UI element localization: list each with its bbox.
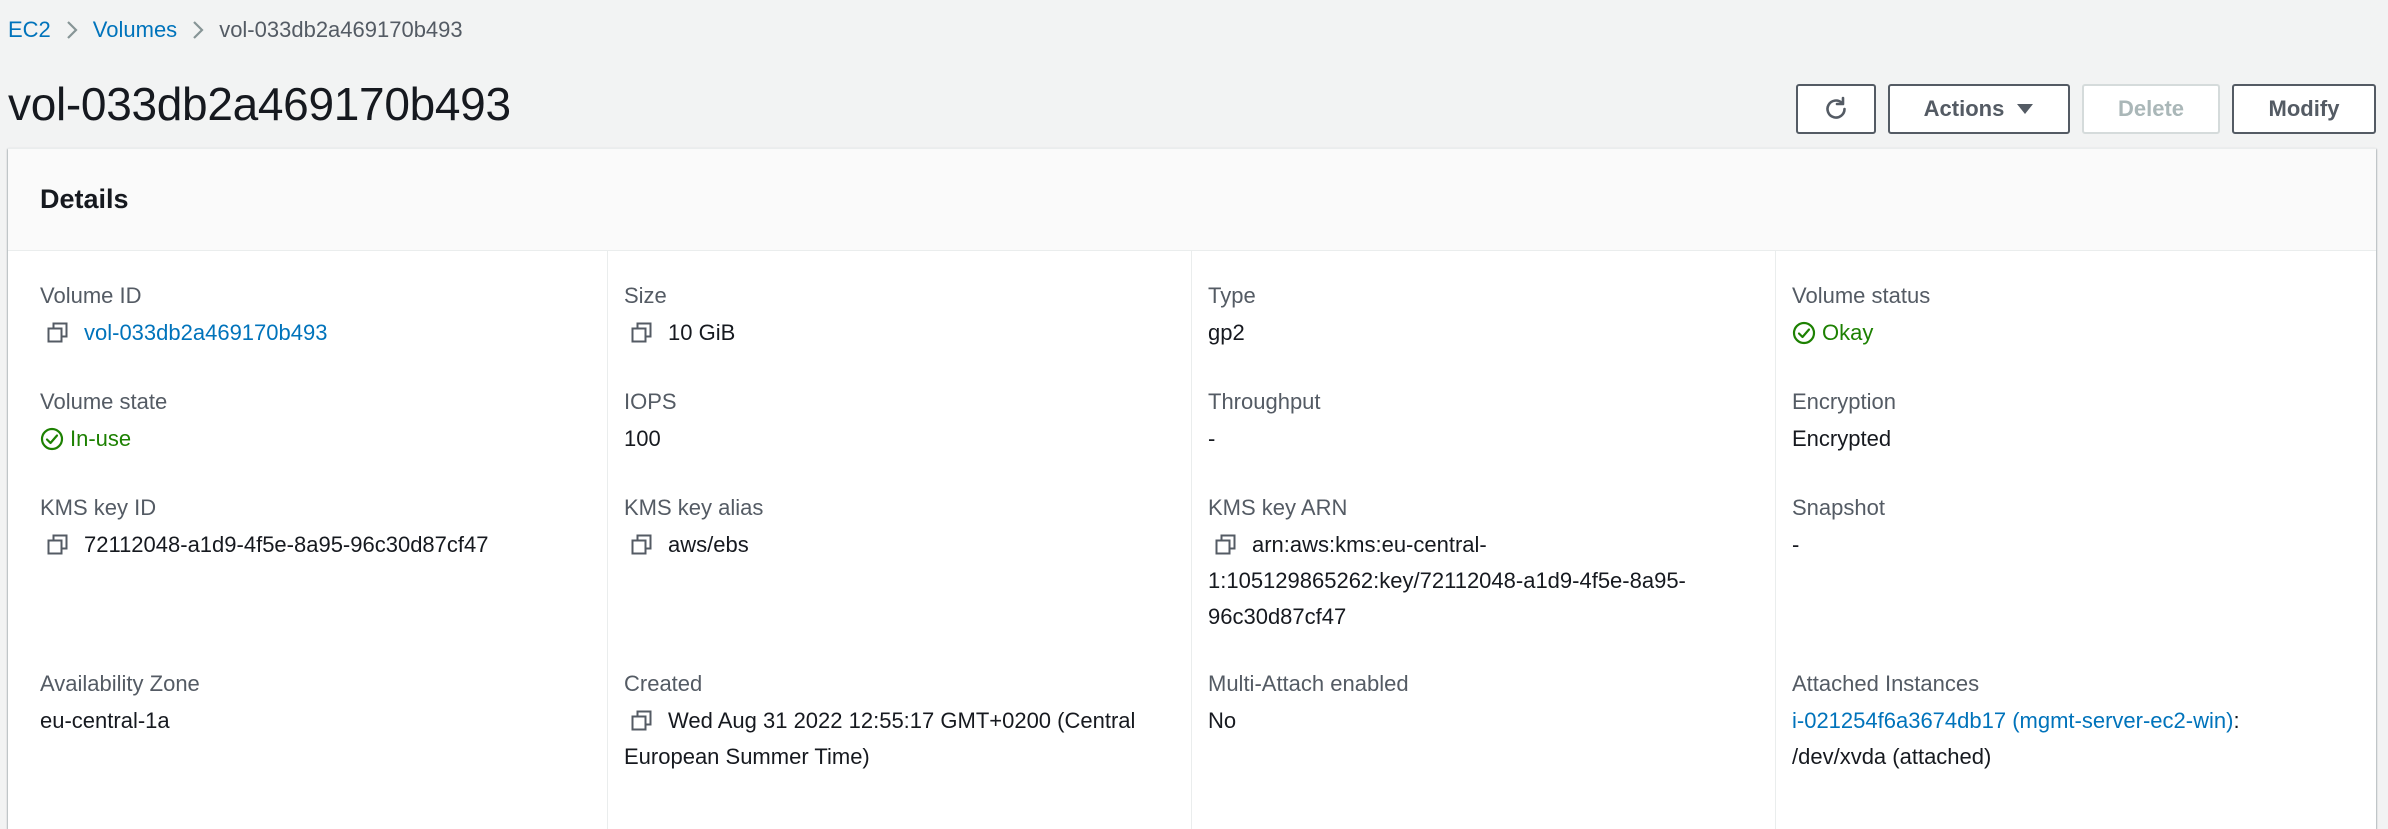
created-line2: European Summer Time) (624, 744, 870, 769)
details-header: Details (8, 149, 2376, 251)
attached-instance-suffix: : (2233, 708, 2240, 733)
snapshot-field: Snapshot - (1792, 493, 2332, 563)
delete-button[interactable]: Delete (2082, 84, 2220, 134)
attached-instance-link[interactable]: i-021254f6a3674db17 (mgmt-server-ec2-win… (1792, 708, 2233, 733)
availability-zone-value: eu-central-1a (40, 708, 170, 733)
column-divider (1191, 251, 1192, 829)
chevron-right-icon (51, 19, 93, 41)
copy-icon[interactable] (630, 527, 654, 563)
snapshot-value: - (1792, 532, 1800, 557)
type-value: gp2 (1208, 320, 1245, 345)
page-title: vol-033db2a469170b493 (8, 78, 511, 130)
kms-key-alias-field: KMS key alias aws/ebs (624, 493, 1164, 563)
chevron-right-icon (177, 19, 219, 41)
refresh-icon (1822, 95, 1850, 123)
volume-state-value: In-use (70, 426, 132, 451)
created-label: Created (624, 671, 703, 696)
throughput-field: Throughput - (1208, 387, 1748, 457)
size-value: 10 GiB (668, 320, 736, 345)
iops-value: 100 (624, 426, 661, 451)
iops-field: IOPS 100 (624, 387, 1164, 457)
volume-state-field: Volume state In-use (40, 387, 580, 457)
attached-device: /dev/xvda (attached) (1792, 744, 1992, 769)
kms-key-id-field: KMS key ID 72112048-a1d9-4f5e-8a95-96c30… (40, 493, 580, 563)
caret-down-icon (2016, 102, 2034, 116)
multi-attach-value: No (1208, 708, 1237, 733)
breadcrumb-ec2-link[interactable]: EC2 (8, 17, 51, 43)
copy-icon[interactable] (1214, 527, 1238, 563)
encryption-field: Encryption Encrypted (1792, 387, 2332, 457)
details-panel: Details Volume ID vol-033db2a469170b493 … (8, 148, 2376, 829)
availability-zone-field: Availability Zone eu-central-1a (40, 669, 580, 739)
kms-key-arn-label: KMS key ARN (1208, 495, 1348, 520)
status-success-icon (1792, 315, 1816, 351)
attached-instances-field: Attached Instances i-021254f6a3674db17 (… (1792, 669, 2332, 775)
volume-status-value: Okay (1822, 320, 1874, 345)
multi-attach-label: Multi-Attach enabled (1208, 671, 1409, 696)
iops-label: IOPS (624, 389, 677, 414)
volume-id-link[interactable]: vol-033db2a469170b493 (84, 315, 327, 351)
copy-icon[interactable] (46, 315, 70, 351)
status-success-icon (40, 421, 64, 457)
snapshot-label: Snapshot (1792, 495, 1885, 520)
copy-icon[interactable] (630, 315, 654, 351)
volume-id-field: Volume ID vol-033db2a469170b493 (40, 281, 580, 351)
volume-status-field: Volume status Okay (1792, 281, 2332, 351)
size-field: Size 10 GiB (624, 281, 1164, 351)
details-title: Details (40, 184, 129, 214)
kms-key-arn-line3: 96c30d87cf47 (1208, 604, 1347, 629)
encryption-label: Encryption (1792, 389, 1896, 414)
throughput-value: - (1208, 426, 1216, 451)
throughput-label: Throughput (1208, 389, 1321, 414)
encryption-value: Encrypted (1792, 426, 1892, 451)
size-label: Size (624, 283, 667, 308)
attached-instances-label: Attached Instances (1792, 671, 1980, 696)
column-divider (607, 251, 608, 829)
type-field: Type gp2 (1208, 281, 1748, 351)
volume-status-label: Volume status (1792, 283, 1931, 308)
kms-key-id-value: 72112048-a1d9-4f5e-8a95-96c30d87cf47 (84, 532, 489, 557)
kms-key-arn-line1: arn:aws:kms:eu-central- (1252, 532, 1487, 557)
created-field: Created Wed Aug 31 2022 12:55:17 GMT+020… (624, 669, 1164, 775)
type-label: Type (1208, 283, 1256, 308)
volume-state-label: Volume state (40, 389, 168, 414)
actions-dropdown-button[interactable]: Actions (1888, 84, 2070, 134)
volume-id-label: Volume ID (40, 283, 142, 308)
kms-key-arn-field: KMS key ARN arn:aws:kms:eu-central- 1:10… (1208, 493, 1748, 635)
breadcrumb-volumes-link[interactable]: Volumes (93, 17, 177, 43)
kms-key-id-label: KMS key ID (40, 495, 157, 520)
breadcrumb-current: vol-033db2a469170b493 (219, 17, 463, 42)
multi-attach-field: Multi-Attach enabled No (1208, 669, 1748, 739)
modify-button[interactable]: Modify (2232, 84, 2376, 134)
copy-icon[interactable] (46, 527, 70, 563)
copy-icon[interactable] (630, 703, 654, 739)
created-line1: Wed Aug 31 2022 12:55:17 GMT+0200 (Centr… (668, 708, 1136, 733)
actions-label: Actions (1923, 96, 2005, 121)
kms-key-arn-line2: 1:105129865262:key/72112048-a1d9-4f5e-8a… (1208, 568, 1686, 593)
column-divider (1775, 251, 1776, 829)
breadcrumb: EC2 Volumes vol-033db2a469170b493 (8, 14, 463, 46)
details-grid: Volume ID vol-033db2a469170b493 Size 10 … (8, 251, 2376, 829)
kms-key-alias-label: KMS key alias (624, 495, 764, 520)
availability-zone-label: Availability Zone (40, 671, 200, 696)
toolbar: Actions Delete Modify (1796, 84, 2376, 134)
refresh-button[interactable] (1796, 84, 1876, 134)
kms-key-alias-value: aws/ebs (668, 532, 749, 557)
